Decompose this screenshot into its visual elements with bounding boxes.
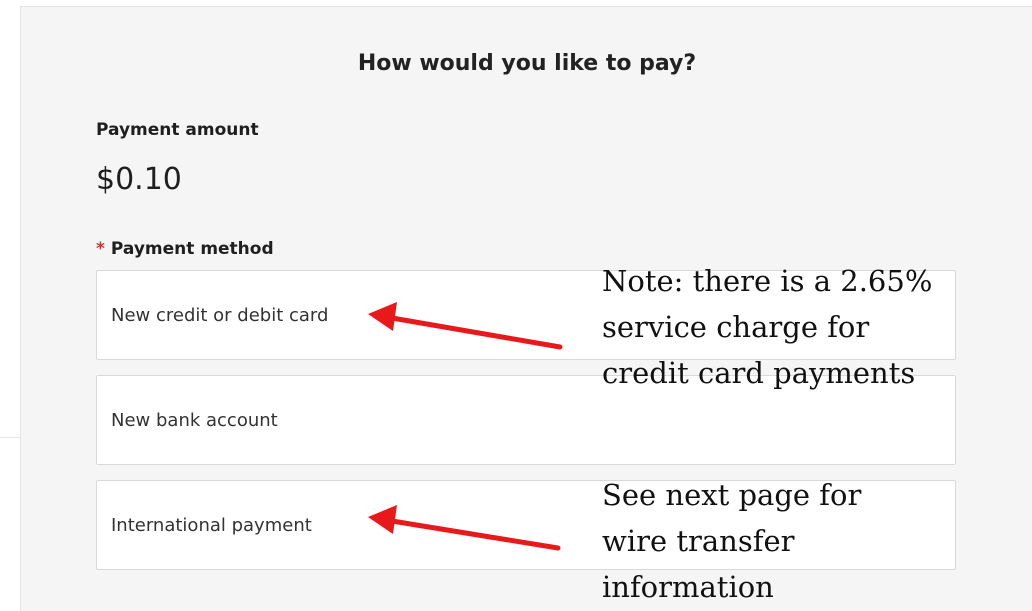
wire-transfer-note: See next page for wire transfer informat…: [602, 472, 1022, 610]
payment-amount-value: $0.10: [96, 162, 182, 197]
left-divider: [0, 437, 20, 438]
payment-method-label-text: Payment method: [110, 239, 274, 259]
note-line: service charge for: [602, 310, 870, 344]
payment-option-label: New bank account: [111, 410, 278, 431]
payment-option-label: International payment: [111, 515, 312, 536]
payment-option-label: New credit or debit card: [111, 305, 329, 326]
credit-card-service-charge-note: Note: there is a 2.65% service charge fo…: [602, 258, 1022, 396]
page-title: How would you like to pay?: [357, 51, 697, 76]
note-line: credit card payments: [602, 356, 916, 390]
required-marker: *: [96, 239, 105, 259]
note-line: Note: there is a 2.65%: [602, 264, 933, 298]
payment-method-label: * Payment method: [96, 239, 274, 259]
note-line: See next page for: [602, 478, 862, 512]
note-line: information: [602, 570, 774, 604]
note-line: wire transfer: [602, 524, 795, 558]
payment-amount-label: Payment amount: [96, 120, 259, 140]
